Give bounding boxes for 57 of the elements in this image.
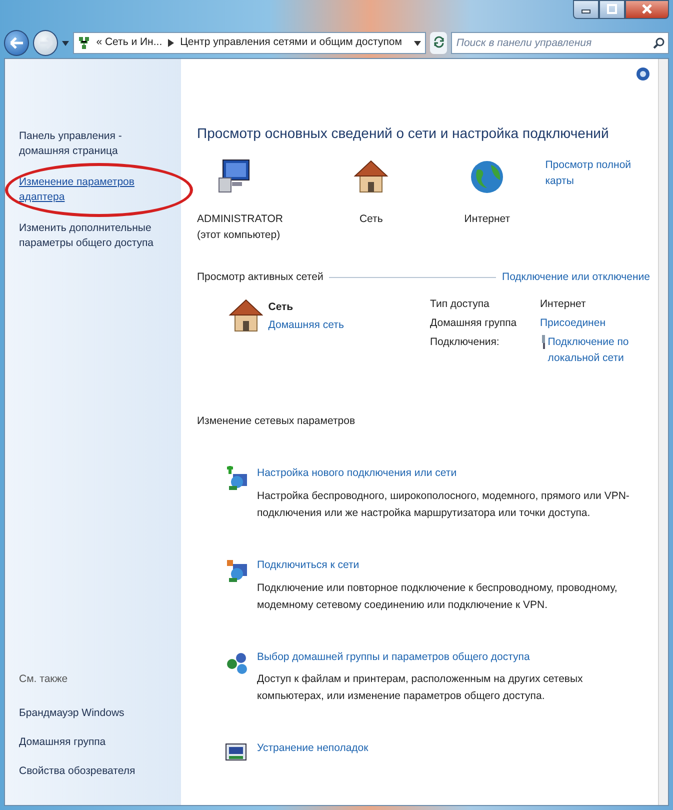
task-description: Доступ к файлам и принтерам, расположенным на других сетевых компьютерах, или изменение параметров общего доступа.	[257, 672, 584, 704]
maximize-button[interactable]	[599, 0, 625, 19]
full-map-link[interactable]: Просмотр полной карты	[545, 158, 650, 190]
section-heading: Изменение сетевых параметров	[197, 414, 356, 430]
dropdown-caret-icon[interactable]	[414, 40, 421, 46]
close-button[interactable]	[625, 0, 669, 19]
property-value: Интернет	[540, 297, 587, 312]
network-type-link[interactable]: Домашняя сеть	[268, 318, 344, 334]
network-task-icon	[225, 558, 249, 582]
search-field[interactable]: Поиск в панели управления	[451, 32, 669, 54]
sidebar-link[interactable]: Изменение параметров адаптера	[19, 175, 171, 205]
house-icon	[352, 158, 390, 194]
connect-disconnect-link[interactable]: Подключение или отключение	[502, 270, 650, 286]
map-node-note: (этот компьютер)	[197, 228, 280, 243]
network-icon	[78, 36, 90, 50]
network-task-icon	[225, 466, 249, 490]
forward-arrow-icon	[38, 37, 53, 49]
task-link[interactable]: Выбор домашней группы и параметров общего доступа	[257, 650, 650, 666]
page-heading: Просмотр основных сведений о сети и настройка подключений	[197, 124, 610, 143]
sidebar-link[interactable]: Домашняя группа	[19, 735, 171, 750]
breadcrumb-item[interactable]: Центр управления сетями и общим доступом	[180, 35, 402, 51]
network-name: Сеть	[268, 300, 294, 315]
back-button[interactable]	[4, 30, 30, 56]
section-heading: Просмотр активных сетей	[197, 270, 324, 284]
breadcrumb-arrow-icon	[168, 39, 174, 47]
connection-link[interactable]: Подключение по локальной сети	[548, 334, 650, 366]
map-node-label[interactable]: ADMINISTRATOR	[197, 212, 283, 228]
map-node-label[interactable]: Сеть	[359, 212, 383, 228]
property-label: Подключения:	[430, 334, 500, 350]
task-link[interactable]: Устранение неполадок	[257, 741, 368, 757]
sidebar-link[interactable]: Изменить дополнительные параметры общего доступа	[19, 221, 171, 251]
task-link[interactable]: Настройка нового подключения или сети	[257, 466, 650, 482]
property-link[interactable]: Присоединен	[540, 316, 650, 332]
address-bar[interactable]: « Сеть и Ин... Центр управления сетями и общим доступом	[73, 32, 426, 54]
sidebar-link[interactable]: Брандмауэр Windows	[19, 706, 171, 721]
task-link[interactable]: Подключиться к сети	[257, 558, 650, 574]
minimize-button[interactable]	[573, 0, 599, 19]
help-icon[interactable]	[636, 67, 650, 81]
refresh-button[interactable]	[430, 32, 448, 54]
maximize-icon	[606, 4, 618, 14]
task-description: Настройка беспроводного, широкополосного, модемного, прямого или VPN-подключения или же настройка маршрутизатора или точки доступа.	[257, 488, 630, 521]
property-label: Домашняя группа	[430, 316, 518, 331]
task-description: Подключение или повторное подключение к беспроводному, проводному, модемному сетевому соединению или подключение к VPN.	[257, 580, 618, 612]
sidebar-link[interactable]: Панель управления - домашняя страница	[19, 129, 171, 159]
sidebar-link[interactable]: Свойства обозревателя	[19, 764, 171, 779]
property-label: Тип доступа	[430, 297, 490, 312]
map-node-label[interactable]: Интернет	[464, 212, 510, 228]
search-icon	[653, 37, 665, 49]
scrollbar[interactable]	[658, 59, 668, 805]
close-icon	[641, 4, 653, 14]
breadcrumb-item[interactable]: « Сеть и Ин...	[96, 35, 162, 51]
back-arrow-icon	[10, 37, 24, 49]
refresh-icon	[432, 36, 445, 48]
connector-icon	[540, 334, 546, 349]
forward-button[interactable]	[33, 30, 58, 56]
see-also-label: См. также	[19, 672, 69, 688]
history-caret-icon[interactable]	[62, 40, 70, 46]
